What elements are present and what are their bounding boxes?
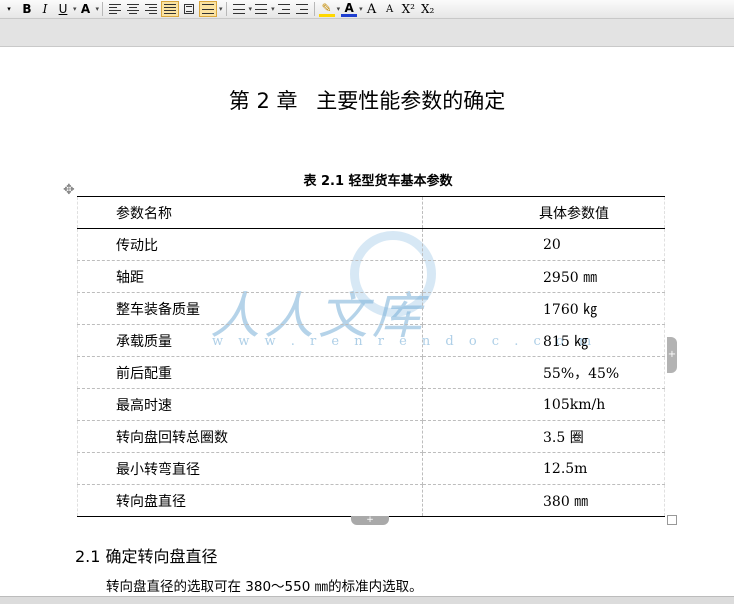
param-name-cell[interactable]: 整车装备质量	[77, 292, 423, 325]
param-value-cell[interactable]: 380 ㎜	[422, 484, 665, 517]
toolbar-grip[interactable]: ▾	[1, 1, 17, 17]
align-right-icon[interactable]	[143, 1, 159, 17]
param-name-cell[interactable]: 最小转弯直径	[77, 452, 423, 485]
section-heading: 2.1 确定转向盘直径	[75, 547, 218, 566]
chapter-name: 主要性能参数的确定	[316, 89, 506, 113]
formatting-toolbar: ▾ B I U ▾ A ▾ ▾ ▾ ▾ ✎ ▾ A ▾ A A X² X₂	[0, 0, 734, 19]
param-value-cell[interactable]: 105km/h	[422, 388, 665, 421]
param-value-cell[interactable]: 20	[422, 228, 665, 261]
highlight-dropdown-icon[interactable]: ▾	[337, 5, 341, 13]
grow-font-button[interactable]: A	[364, 1, 380, 17]
font-color-button[interactable]: A	[341, 1, 358, 17]
param-value-cell[interactable]: 12.5m	[422, 452, 665, 485]
document-page[interactable]: 第 2 章 主要性能参数的确定 表 2.1 轻型货车基本参数 ✥ 人人文库 w …	[0, 47, 734, 603]
superscript-button[interactable]: X²	[400, 1, 417, 17]
align-center-icon[interactable]	[125, 1, 141, 17]
subscript-button[interactable]: X₂	[419, 1, 436, 17]
ruler-area	[0, 19, 734, 47]
line-spacing-dropdown-icon[interactable]: ▾	[219, 5, 223, 13]
chapter-title: 第 2 章 主要性能参数的确定	[0, 85, 734, 115]
bulleted-list-icon[interactable]	[253, 1, 269, 17]
table-resize-handle[interactable]	[667, 515, 677, 525]
bold-button[interactable]: B	[19, 1, 35, 17]
param-name-cell[interactable]: 转向盘直径	[77, 484, 423, 517]
font-color-dropdown-icon[interactable]: ▾	[359, 5, 363, 13]
param-name-cell[interactable]: 轴距	[77, 260, 423, 293]
italic-button[interactable]: I	[37, 1, 53, 17]
param-value-cell[interactable]: 3.5 圈	[422, 420, 665, 453]
toolbar-separator	[225, 2, 227, 16]
table-row: 传动比 20	[77, 228, 665, 261]
param-name-cell[interactable]: 前后配重	[77, 356, 423, 389]
highlight-icon[interactable]: ✎	[318, 1, 335, 17]
param-value-cell[interactable]: 55%，45%	[422, 356, 665, 389]
line-spacing-icon[interactable]	[199, 1, 218, 17]
increase-indent-icon[interactable]	[294, 1, 310, 17]
align-left-icon[interactable]	[107, 1, 123, 17]
param-value-cell[interactable]: 815 ㎏	[422, 324, 665, 357]
param-value-cell[interactable]: 具体参数值	[422, 196, 665, 229]
table-move-handle-icon[interactable]: ✥	[63, 182, 75, 198]
param-name-cell[interactable]: 转向盘回转总圈数	[77, 420, 423, 453]
parameters-table: 参数名称 具体参数值 传动比 20 轴距 2950 ㎜整车装备质量 1760 ㎏承载质量 81…	[77, 196, 665, 517]
toolbar-separator	[102, 2, 104, 16]
table-row: 前后配重 55%，45%	[77, 356, 665, 389]
distributed-align-icon[interactable]	[181, 1, 197, 17]
numbered-list-icon[interactable]	[231, 1, 247, 17]
table-caption: 表 2.1 轻型货车基本参数	[303, 174, 453, 189]
underline-button[interactable]: U	[55, 1, 71, 17]
table-header-row: 参数名称 具体参数值	[77, 196, 665, 229]
table-row: 转向盘直径 380 ㎜	[77, 484, 665, 517]
text-effect-dropdown-icon[interactable]: ▾	[96, 5, 100, 13]
param-name-cell[interactable]: 传动比	[77, 228, 423, 261]
body-paragraph: 转向盘直径的选取可在 380～550 ㎜的标准内选取。	[106, 579, 423, 595]
justify-icon[interactable]	[161, 1, 180, 17]
text-effect-button[interactable]: A	[78, 1, 94, 17]
param-value-cell[interactable]: 2950 ㎜	[422, 260, 665, 293]
table-row: 轴距 2950 ㎜	[77, 260, 665, 293]
numbered-list-dropdown-icon[interactable]: ▾	[249, 5, 253, 13]
add-row-button[interactable]: +	[351, 516, 389, 525]
param-name-cell[interactable]: 最高时速	[77, 388, 423, 421]
param-name-cell[interactable]: 承载质量	[77, 324, 423, 357]
underline-dropdown-icon[interactable]: ▾	[73, 5, 77, 13]
toolbar-separator	[313, 2, 315, 16]
decrease-indent-icon[interactable]	[276, 1, 292, 17]
param-name-cell[interactable]: 参数名称	[77, 196, 423, 229]
param-value-cell[interactable]: 1760 ㎏	[422, 292, 665, 325]
table-row: 整车装备质量 1760 ㎏	[77, 292, 665, 325]
bulleted-list-dropdown-icon[interactable]: ▾	[271, 5, 275, 13]
table-row: 转向盘回转总圈数 3.5 圈	[77, 420, 665, 453]
shrink-font-button[interactable]: A	[382, 1, 398, 17]
table-row: 最小转弯直径 12.5m	[77, 452, 665, 485]
table-row: 最高时速 105km/h	[77, 388, 665, 421]
chapter-number: 第 2 章	[228, 89, 298, 113]
table-row: 承载质量 815 ㎏	[77, 324, 665, 357]
add-column-button[interactable]: +	[667, 337, 677, 373]
